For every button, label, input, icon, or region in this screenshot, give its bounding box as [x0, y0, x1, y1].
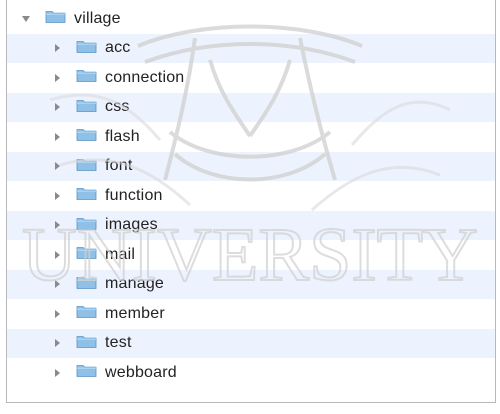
folder-icon — [76, 303, 105, 324]
file-list-panel: village acc connection css flash font fu… — [6, 0, 496, 403]
folder-label: mail — [105, 245, 136, 263]
root-folder-row[interactable]: village — [7, 4, 495, 34]
disclosure-triangle-right-icon[interactable] — [52, 102, 62, 112]
folder-icon — [76, 126, 105, 147]
disclosure-triangle-down-icon[interactable] — [21, 14, 31, 24]
folder-label: manage — [105, 275, 165, 293]
disclosure-triangle-right-icon[interactable] — [52, 309, 62, 319]
folder-row[interactable]: mail — [7, 240, 495, 270]
folder-label: acc — [105, 39, 131, 57]
folder-label: flash — [105, 127, 140, 145]
folder-row[interactable]: images — [7, 210, 495, 240]
folder-label: css — [105, 98, 130, 116]
folder-icon — [76, 274, 105, 295]
folder-tree: village acc connection css flash font fu… — [0, 0, 500, 414]
disclosure-triangle-right-icon[interactable] — [52, 191, 62, 201]
disclosure-triangle-right-icon[interactable] — [52, 220, 62, 230]
folder-icon — [76, 185, 105, 206]
folder-icon — [76, 362, 105, 383]
folder-row[interactable]: connection — [7, 63, 495, 93]
folder-row[interactable]: webboard — [7, 358, 495, 388]
folder-icon — [76, 215, 105, 236]
folder-row[interactable]: manage — [7, 269, 495, 299]
folder-row[interactable]: member — [7, 299, 495, 329]
folder-row[interactable]: acc — [7, 33, 495, 63]
disclosure-triangle-right-icon[interactable] — [52, 132, 62, 142]
folder-icon — [76, 38, 105, 59]
disclosure-triangle-right-icon[interactable] — [52, 161, 62, 171]
folder-icon — [76, 67, 105, 88]
folder-row[interactable]: test — [7, 328, 495, 358]
folder-icon — [76, 156, 105, 177]
folder-label: images — [105, 216, 158, 234]
folder-label: webboard — [105, 363, 177, 381]
disclosure-triangle-right-icon[interactable] — [52, 279, 62, 289]
folder-row[interactable]: flash — [7, 122, 495, 152]
disclosure-triangle-right-icon[interactable] — [52, 43, 62, 53]
folder-row[interactable]: function — [7, 181, 495, 211]
disclosure-triangle-right-icon[interactable] — [52, 73, 62, 83]
disclosure-triangle-right-icon[interactable] — [52, 250, 62, 260]
folder-label: font — [105, 157, 133, 175]
folder-label: test — [105, 334, 132, 352]
finder-outline-view: village acc connection css flash font fu… — [0, 0, 500, 414]
folder-label: member — [105, 304, 165, 322]
folder-row[interactable]: font — [7, 151, 495, 181]
folder-icon — [76, 333, 105, 354]
folder-icon — [76, 97, 105, 118]
folder-label: function — [105, 186, 163, 204]
folder-label: village — [74, 9, 121, 27]
folder-label: connection — [105, 68, 185, 86]
folder-icon — [76, 244, 105, 265]
folder-icon — [45, 8, 74, 29]
folder-row[interactable]: css — [7, 92, 495, 122]
disclosure-triangle-right-icon[interactable] — [52, 338, 62, 348]
disclosure-triangle-right-icon[interactable] — [52, 368, 62, 378]
